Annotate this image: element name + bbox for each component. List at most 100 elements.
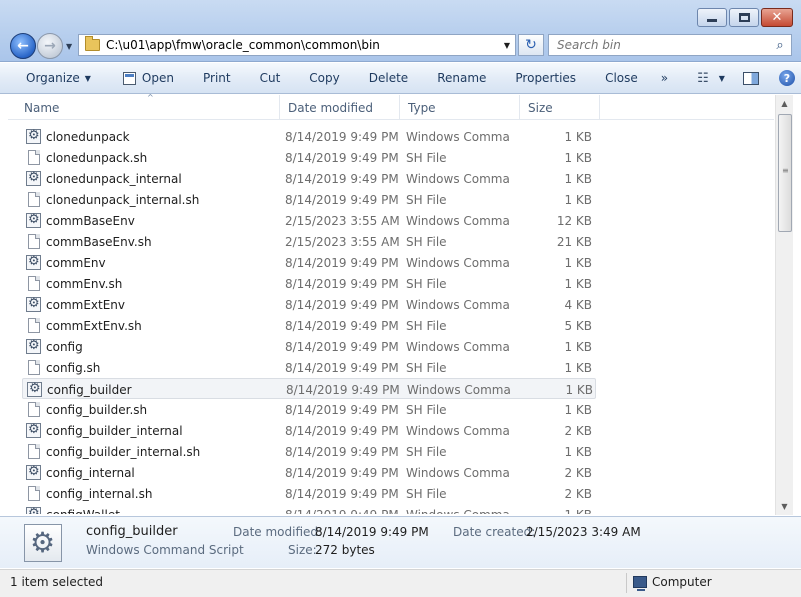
window-controls: ✕ bbox=[697, 8, 793, 27]
file-row[interactable]: clonedunpack_internal.sh 8/14/2019 9:49 P… bbox=[22, 189, 596, 210]
help-button[interactable]: ? bbox=[778, 63, 795, 94]
file-type: Windows Comma... bbox=[407, 382, 511, 397]
refresh-button[interactable]: ↻ bbox=[518, 34, 544, 56]
column-header-date[interactable]: Date modified bbox=[280, 95, 400, 120]
file-row[interactable]: commBaseEnv 2/15/2023 3:55 AM Windows Comm… bbox=[22, 210, 596, 231]
command-bar: Organize ▼ Open Print Cut Copy Delete Re… bbox=[0, 63, 801, 94]
address-dropdown-icon[interactable]: ▼ bbox=[499, 41, 515, 50]
maximize-button[interactable] bbox=[729, 8, 759, 27]
file-row[interactable]: config 8/14/2019 9:49 PM Windows Comma... 1… bbox=[22, 336, 596, 357]
file-row[interactable]: commBaseEnv.sh 2/15/2023 3:55 AM SH File 21… bbox=[22, 231, 596, 252]
back-button[interactable]: ← bbox=[10, 33, 36, 59]
file-row[interactable]: config.sh 8/14/2019 9:49 PM SH File 1 KB bbox=[22, 357, 596, 378]
vertical-scrollbar[interactable]: ▲ ≡ ▼ bbox=[775, 95, 793, 515]
preview-pane-button[interactable] bbox=[742, 63, 759, 94]
file-row[interactable]: config_internal 8/14/2019 9:49 PM Windows … bbox=[22, 462, 596, 483]
file-row[interactable]: commEnv.sh 8/14/2019 9:49 PM SH File 1 KB bbox=[22, 273, 596, 294]
more-commands-button[interactable]: » bbox=[661, 63, 668, 94]
column-header-name[interactable]: Name bbox=[16, 95, 280, 120]
file-name: config.sh bbox=[46, 360, 101, 375]
file-name: clonedunpack_internal bbox=[46, 171, 182, 186]
file-row[interactable]: config_builder_internal 8/14/2019 9:49 PM… bbox=[22, 420, 596, 441]
address-path[interactable]: C:\u01\app\fmw\oracle_common\common\bin bbox=[106, 38, 499, 52]
file-name: commBaseEnv bbox=[46, 213, 135, 228]
file-date-modified: 8/14/2019 9:49 PM bbox=[285, 360, 399, 375]
file-type: Windows Comma... bbox=[406, 504, 510, 515]
file-date-modified: 2/15/2023 3:55 AM bbox=[285, 213, 400, 228]
file-row[interactable]: commExtEnv.sh 8/14/2019 9:49 PM SH File 5 K… bbox=[22, 315, 596, 336]
search-icon[interactable]: ⌕ bbox=[769, 38, 791, 53]
file-type: SH File bbox=[406, 192, 447, 207]
column-header-size[interactable]: Size bbox=[520, 95, 600, 120]
file-name: commExtEnv.sh bbox=[46, 318, 142, 333]
file-row[interactable]: config_internal.sh 8/14/2019 9:49 PM SH Fi… bbox=[22, 483, 596, 504]
file-type: SH File bbox=[406, 276, 447, 291]
command-script-icon bbox=[26, 422, 41, 438]
file-date-modified: 8/14/2019 9:49 PM bbox=[285, 318, 399, 333]
close-window-button[interactable]: ✕ bbox=[761, 8, 793, 27]
file-date-modified: 8/14/2019 9:49 PM bbox=[285, 465, 399, 480]
forward-arrow-icon: → bbox=[44, 38, 56, 54]
file-name: clonedunpack bbox=[46, 129, 130, 144]
command-script-icon bbox=[26, 506, 41, 514]
address-bar[interactable]: C:\u01\app\fmw\oracle_common\common\bin … bbox=[78, 34, 516, 56]
file-name: commEnv bbox=[46, 255, 106, 270]
delete-button[interactable]: Delete bbox=[369, 63, 408, 94]
cut-button[interactable]: Cut bbox=[260, 63, 281, 94]
file-date-modified: 8/14/2019 9:49 PM bbox=[285, 129, 399, 144]
file-date-modified: 8/14/2019 9:49 PM bbox=[286, 382, 400, 397]
copy-button[interactable]: Copy bbox=[309, 63, 339, 94]
document-icon bbox=[28, 318, 40, 333]
file-row[interactable]: clonedunpack_internal 8/14/2019 9:49 PM Wi… bbox=[22, 168, 596, 189]
forward-button[interactable]: → bbox=[37, 33, 63, 59]
date-modified-label: Date modified: bbox=[233, 525, 323, 539]
document-icon bbox=[28, 150, 40, 165]
scroll-thumb[interactable]: ≡ bbox=[778, 114, 792, 232]
file-name: config_internal.sh bbox=[46, 486, 153, 501]
minimize-button[interactable] bbox=[697, 8, 727, 27]
size-label: Size: bbox=[288, 543, 317, 557]
size-value: 272 bytes bbox=[315, 543, 375, 557]
file-date-modified: 2/15/2023 3:55 AM bbox=[285, 234, 400, 249]
search-input[interactable] bbox=[549, 38, 769, 52]
status-bar: 1 item selected Computer bbox=[0, 569, 801, 597]
file-row[interactable]: commEnv 8/14/2019 9:49 PM Windows Comma...… bbox=[22, 252, 596, 273]
search-box[interactable]: ⌕ bbox=[548, 34, 792, 56]
organize-label: Organize bbox=[26, 71, 80, 85]
document-icon bbox=[28, 444, 40, 459]
file-row[interactable]: config_builder 8/14/2019 9:49 PM Windows C… bbox=[22, 378, 596, 399]
document-icon bbox=[28, 192, 40, 207]
column-header-type[interactable]: Type bbox=[400, 95, 520, 120]
file-date-modified: 8/14/2019 9:49 PM bbox=[285, 297, 399, 312]
file-row[interactable]: commExtEnv 8/14/2019 9:49 PM Windows Comma… bbox=[22, 294, 596, 315]
file-size: 2 KB bbox=[564, 465, 592, 480]
file-row[interactable]: clonedunpack 8/14/2019 9:49 PM Windows Com… bbox=[22, 126, 596, 147]
organize-button[interactable]: Organize ▼ bbox=[26, 63, 91, 94]
rename-button[interactable]: Rename bbox=[437, 63, 486, 94]
file-row[interactable]: configWallet 8/14/2019 9:49 PM Windows Com… bbox=[22, 504, 596, 514]
column-headers: ^ Name Date modified Type Size bbox=[8, 93, 774, 120]
file-size: 1 KB bbox=[518, 504, 592, 515]
file-name: config bbox=[46, 339, 83, 354]
title-bar: ✕ ← → ▼ C:\u01\app\fmw\oracle_common\com… bbox=[0, 0, 801, 62]
file-date-modified: 8/14/2019 9:49 PM bbox=[285, 444, 399, 459]
file-size: 2 KB bbox=[564, 423, 592, 438]
date-created-value: 2/15/2023 3:49 AM bbox=[526, 525, 641, 539]
open-button[interactable]: Open bbox=[122, 63, 174, 94]
print-button[interactable]: Print bbox=[203, 63, 231, 94]
file-size: 1 KB bbox=[564, 171, 592, 186]
change-view-button[interactable]: ☷ ▼ bbox=[697, 63, 725, 94]
scroll-down-button[interactable]: ▼ bbox=[776, 498, 793, 515]
file-row[interactable]: clonedunpack.sh 8/14/2019 9:49 PM SH File 1… bbox=[22, 147, 596, 168]
file-row[interactable]: config_builder_internal.sh 8/14/2019 9:49… bbox=[22, 441, 596, 462]
properties-button[interactable]: Properties bbox=[515, 63, 576, 94]
file-row[interactable]: config_builder.sh 8/14/2019 9:49 PM SH Fil… bbox=[22, 399, 596, 420]
file-name: config_builder bbox=[47, 382, 132, 397]
details-pane: config_builder Windows Command Script Da… bbox=[0, 516, 801, 568]
file-type: SH File bbox=[406, 318, 447, 333]
open-icon bbox=[122, 71, 136, 85]
scroll-up-button[interactable]: ▲ bbox=[776, 95, 793, 112]
command-script-icon bbox=[26, 296, 41, 312]
close-button[interactable]: Close bbox=[605, 63, 638, 94]
recent-pages-dropdown[interactable]: ▼ bbox=[66, 42, 72, 51]
